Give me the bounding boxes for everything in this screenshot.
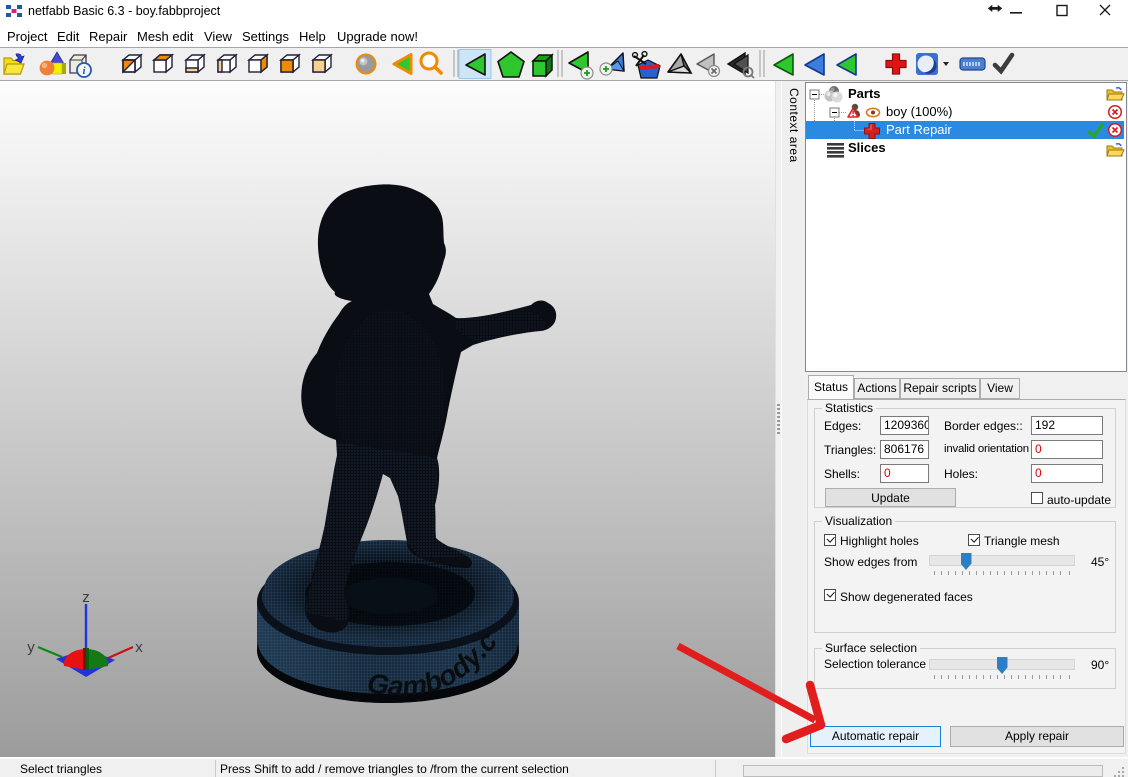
svg-text:z: z [82, 589, 90, 606]
svg-text:y: y [27, 639, 35, 656]
svg-text:x: x [135, 639, 143, 656]
